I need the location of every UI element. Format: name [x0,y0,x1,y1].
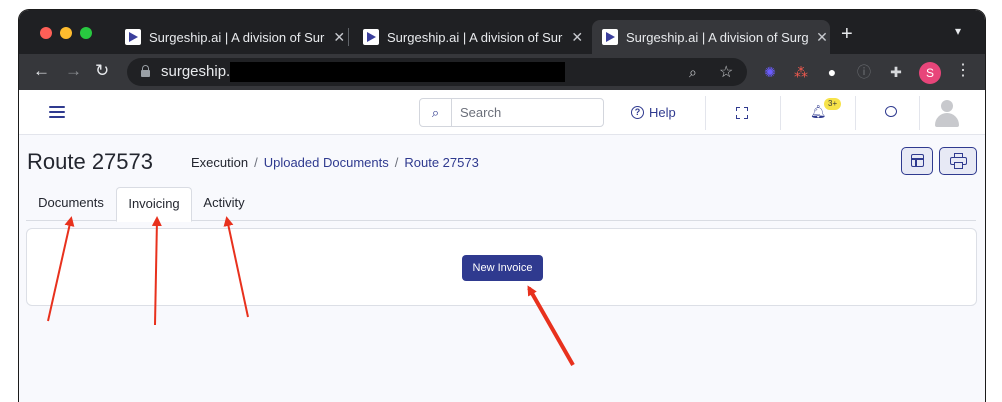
annotation-arrows [47,216,575,366]
annotation-arrow-documents [47,216,75,322]
annotation-arrow-activity [223,216,249,318]
annotation-arrow-invoicing [151,216,162,326]
annotation-arrow-new-invoice [527,285,575,366]
